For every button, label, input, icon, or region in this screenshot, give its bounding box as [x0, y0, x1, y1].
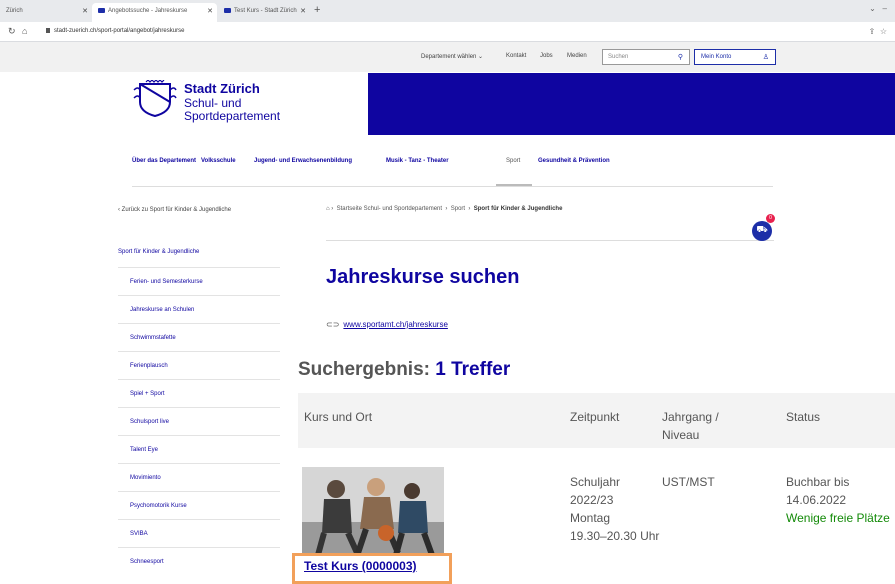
- account-button[interactable]: Mein Konto ♙: [694, 49, 776, 65]
- sidebar-item[interactable]: Psychomotorik Kurse: [118, 491, 280, 519]
- nav-item-volksschule[interactable]: Volksschule: [201, 158, 236, 164]
- lock-icon: [46, 28, 50, 33]
- cell-line: Buchbar bis: [786, 475, 850, 489]
- page: Departement wählen ⌄ Kontakt Jobs Medien…: [0, 42, 895, 584]
- cell-line: 2022/23: [570, 493, 614, 507]
- nav-item-gesundheit[interactable]: Gesundheit & Prävention: [538, 158, 610, 164]
- sidebar-item[interactable]: Movimiento: [118, 463, 280, 491]
- course-link[interactable]: Test Kurs (0000003): [304, 559, 417, 573]
- link-icon: ⊂⊃: [326, 320, 340, 329]
- sidebar-item[interactable]: Spiel + Sport: [118, 379, 280, 407]
- browser-tab[interactable]: Zürich ✕: [0, 3, 92, 22]
- zurich-coat-of-arms-logo[interactable]: [132, 80, 178, 118]
- nav-item-musik[interactable]: Musik - Tanz - Theater: [386, 158, 449, 164]
- jobs-link[interactable]: Jobs: [540, 53, 553, 59]
- availability-status: Wenige freie Plätze: [786, 511, 890, 525]
- medien-link[interactable]: Medien: [567, 53, 587, 59]
- share-bookmark-icons[interactable]: ⇪ ☆: [869, 27, 887, 36]
- sidebar-title[interactable]: Sport für Kinder & Jugendliche: [118, 249, 199, 255]
- search-placeholder: Suchen: [608, 54, 629, 60]
- sidebar-item[interactable]: Talent Eye: [118, 435, 280, 463]
- tab-title: Test Kurs - Stadt Zürich: [234, 8, 297, 15]
- close-icon[interactable]: ✕: [82, 7, 88, 15]
- breadcrumb-item[interactable]: Sport: [451, 206, 465, 212]
- reload-icon[interactable]: ↻: [8, 26, 16, 37]
- tab-title: Angebotssuche - Jahreskurse: [108, 8, 188, 15]
- results-count: 1 Treffer: [435, 359, 511, 380]
- user-icon: ♙: [762, 54, 769, 61]
- column-header-status: Status: [786, 410, 821, 424]
- url-text: stadt-zuerich.ch/sport-portal/angebot/ja…: [54, 28, 185, 35]
- header-line: Jahrgang /: [662, 410, 719, 424]
- cart-button[interactable]: ⛟: [752, 221, 772, 241]
- departement-select[interactable]: Departement wählen ⌄: [421, 53, 483, 60]
- kontakt-link[interactable]: Kontakt: [506, 53, 526, 59]
- sidebar-item[interactable]: Schneesport: [118, 547, 280, 575]
- sidebar-item[interactable]: Ferienplausch: [118, 351, 280, 379]
- chevron-right-icon: ›: [331, 206, 334, 212]
- breadcrumb-current: Sport für Kinder & Jugendliche: [473, 206, 563, 212]
- window-controls[interactable]: ⌄ –: [869, 4, 887, 13]
- favicon-icon: [98, 8, 105, 13]
- account-label: Mein Konto: [701, 54, 732, 60]
- sidebar-item[interactable]: Jahreskurse an Schulen: [118, 295, 280, 323]
- breadcrumb-item[interactable]: Startseite Schul- und Sportdepartement: [337, 206, 442, 212]
- close-icon[interactable]: ✕: [207, 7, 213, 15]
- breadcrumb-divider: [326, 240, 774, 241]
- address-bar: ↻ ⌂ stadt-zuerich.ch/sport-portal/angebo…: [0, 22, 895, 42]
- results-heading: Suchergebnis: 1 Treffer: [298, 359, 510, 381]
- column-header-jahrgang: Jahrgang / Niveau: [662, 408, 719, 444]
- sidebar-item[interactable]: Ferien- und Semesterkurse: [118, 267, 280, 295]
- column-header-zeitpunkt: Zeitpunkt: [570, 410, 620, 424]
- column-header-kurs: Kurs und Ort: [304, 410, 373, 424]
- results-label: Suchergebnis:: [298, 359, 436, 380]
- cell-jahrgang: UST/MST: [662, 475, 715, 489]
- back-link[interactable]: ‹ Zurück zu Sport für Kinder & Jugendlic…: [118, 207, 231, 213]
- sidebar-item[interactable]: Schwimmstafette: [118, 323, 280, 351]
- nav-divider: [132, 186, 773, 187]
- close-icon[interactable]: ✕: [300, 7, 306, 15]
- tab-title: Zürich: [6, 8, 23, 14]
- home-icon[interactable]: ⌂: [326, 206, 330, 212]
- nav-item-bildung[interactable]: Jugend- und Erwachsenenbildung: [254, 158, 352, 164]
- chevron-right-icon: ›: [468, 206, 471, 212]
- sidebar-item[interactable]: Schulsport live: [118, 407, 280, 435]
- cell-line: 14.06.2022: [786, 493, 847, 507]
- brand-banner: [368, 73, 895, 135]
- cart-count-badge: 0: [766, 214, 775, 223]
- browser-tab[interactable]: Test Kurs - Stadt Zürich ✕: [218, 3, 310, 22]
- cell-status: Buchbar bis 14.06.2022 Wenige freie Plät…: [786, 473, 890, 527]
- url-field[interactable]: stadt-zuerich.ch/sport-portal/angebot/ja…: [38, 25, 858, 39]
- browser-tab-active[interactable]: Angebotssuche - Jahreskurse ✕: [92, 3, 217, 22]
- new-tab-button[interactable]: +: [314, 4, 320, 16]
- nav-item-departement[interactable]: Über das Departement: [132, 158, 196, 164]
- chevron-right-icon: ›: [445, 206, 448, 212]
- search-input[interactable]: Suchen ⚲: [602, 49, 690, 65]
- cell-line: Montag: [570, 511, 611, 525]
- department-line: Sportdepartement: [184, 109, 281, 123]
- page-title: Jahreskurse suchen: [326, 266, 520, 288]
- cell-line: 19.30–20.30 Uhr: [570, 529, 660, 543]
- browser-tabbar: Zürich ✕ Angebotssuche - Jahreskurse ✕ T…: [0, 0, 895, 22]
- home-icon[interactable]: ⌂: [22, 26, 27, 36]
- cart-icon: ⛟: [756, 224, 768, 234]
- search-icon[interactable]: ⚲: [678, 53, 683, 61]
- sidebar-item[interactable]: SVIBA: [118, 519, 280, 547]
- active-nav-indicator: [496, 184, 532, 186]
- external-link[interactable]: ⊂⊃ www.sportamt.ch/jahreskurse: [326, 320, 448, 329]
- external-link-text: www.sportamt.ch/jahreskurse: [343, 320, 448, 329]
- header-line: Niveau: [662, 428, 700, 442]
- cell-zeitpunkt: Schuljahr 2022/23 Montag 19.30–20.30 Uhr: [570, 473, 659, 545]
- nav-item-sport[interactable]: Sport: [506, 158, 520, 164]
- cell-line: Schuljahr: [570, 475, 621, 489]
- breadcrumb: ⌂ › Startseite Schul- und Sportdeparteme…: [326, 206, 562, 212]
- department-name: Schul- und Sportdepartement: [184, 97, 280, 123]
- org-name: Stadt Zürich: [184, 81, 260, 96]
- course-photo[interactable]: [302, 467, 444, 558]
- favicon-icon: [224, 8, 231, 13]
